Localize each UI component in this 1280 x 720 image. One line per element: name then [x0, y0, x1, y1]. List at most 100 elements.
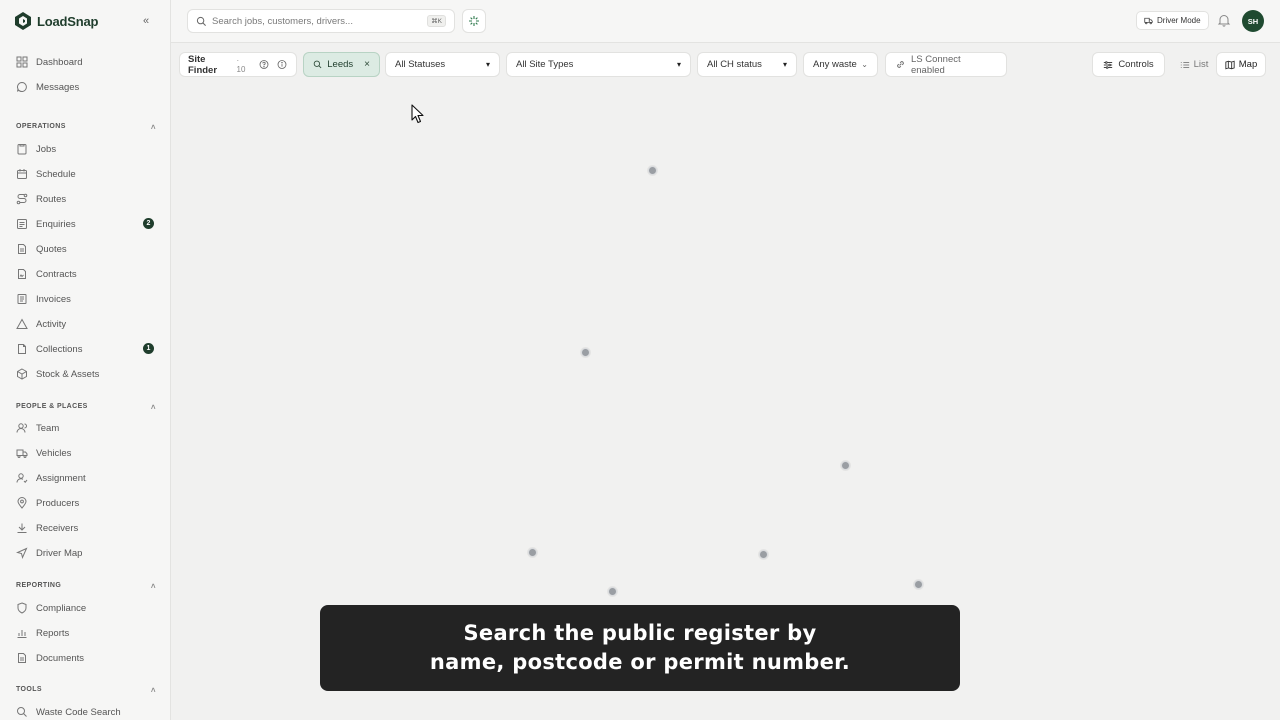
sidebar-item-messages[interactable]: Messages — [16, 77, 158, 97]
sidebar-item-label: Quotes — [36, 243, 67, 255]
search-icon — [313, 60, 322, 69]
section-title: REPORTING — [16, 582, 62, 589]
status-filter-select[interactable]: All Statuses ▾ — [385, 52, 500, 77]
sidebar-item-driver-map[interactable]: Driver Map — [16, 543, 158, 563]
site-marker[interactable] — [528, 548, 537, 557]
ls-connect-toggle[interactable]: LS Connect enabled — [885, 52, 1007, 77]
driver-mode-label: Driver Mode — [1157, 16, 1201, 25]
ai-assistant-button[interactable] — [462, 9, 486, 33]
waste-filter-dropdown[interactable]: Any waste ⌄ — [803, 52, 878, 77]
search-chip-label: Leeds — [327, 59, 354, 70]
sidebar-item-routes[interactable]: Routes — [16, 189, 158, 209]
sidebar-item-assignment[interactable]: Assignment — [16, 468, 158, 488]
search-filter-chip[interactable]: Leeds × — [303, 52, 380, 77]
sidebar-item-dashboard[interactable]: Dashboard — [16, 52, 158, 72]
controls-label: Controls — [1118, 59, 1154, 70]
sidebar-item-documents[interactable]: Documents — [16, 648, 158, 668]
sidebar-item-jobs[interactable]: Jobs — [16, 139, 158, 159]
search-icon — [17, 707, 27, 717]
sidebar-item-collections[interactable]: Collections 1 — [16, 339, 158, 359]
chevron-up-icon: ˄ — [150, 123, 156, 132]
brand-logo[interactable]: LoadSnap — [13, 10, 98, 32]
messages-icon — [17, 81, 27, 92]
sidebar-item-schedule[interactable]: Schedule — [16, 164, 158, 184]
chevron-up-icon: ˄ — [150, 403, 156, 412]
driver-mode-button[interactable]: Driver Mode — [1136, 11, 1209, 30]
global-search-input[interactable] — [212, 15, 432, 27]
global-search[interactable]: ⌘K — [187, 9, 455, 33]
sidebar-item-vehicles[interactable]: Vehicles — [16, 443, 158, 463]
list-icon — [1180, 61, 1189, 68]
sidebar-item-label: Messages — [36, 81, 80, 93]
sidebar-item-label: Assignment — [36, 472, 86, 484]
site-type-filter-value: All Site Types — [516, 59, 574, 70]
chevron-down-icon: ⌄ — [861, 60, 868, 69]
sidebar-item-label: Routes — [36, 193, 67, 205]
site-marker[interactable] — [841, 461, 850, 470]
sidebar-item-waste-code-search[interactable]: Waste Code Search — [16, 702, 158, 720]
site-marker[interactable] — [914, 580, 923, 589]
section-reporting[interactable]: REPORTING ˄ — [16, 582, 156, 591]
sidebar-item-compliance[interactable]: Compliance — [16, 598, 158, 618]
sidebar-item-contracts[interactable]: Contracts — [16, 264, 158, 284]
collapse-sidebar-icon[interactable]: « — [140, 14, 152, 28]
sidebar-item-producers[interactable]: Producers — [16, 493, 158, 513]
routes-icon — [16, 193, 28, 205]
sidebar-item-stock-assets[interactable]: Stock & Assets — [16, 364, 158, 384]
sidebar-item-quotes[interactable]: Quotes — [16, 239, 158, 259]
tutorial-caption: Search the public register by name, post… — [320, 605, 960, 691]
sidebar-item-team[interactable]: Team — [16, 418, 158, 438]
site-marker[interactable] — [608, 587, 617, 596]
chevron-down-icon: ▾ — [676, 60, 681, 69]
box-icon — [17, 368, 27, 380]
controls-button[interactable]: Controls — [1092, 52, 1165, 77]
truck-icon — [1144, 17, 1153, 25]
map-view-button[interactable]: Map — [1216, 52, 1266, 77]
sidebar-item-label: Waste Code Search — [36, 706, 121, 718]
help-icon[interactable] — [259, 59, 269, 70]
section-people-places[interactable]: PEOPLE & PLACES ˄ — [16, 403, 156, 412]
chevron-up-icon: ˄ — [150, 582, 156, 591]
assignment-icon — [16, 473, 28, 483]
sidebar-item-receivers[interactable]: Receivers — [16, 518, 158, 538]
map-view-label: Map — [1238, 59, 1258, 70]
list-view-label: List — [1193, 59, 1209, 70]
sidebar-item-label: Receivers — [36, 522, 79, 534]
caption-line-2: name, postcode or permit number. — [429, 650, 851, 674]
team-icon — [16, 423, 27, 433]
sidebar-item-label: Contracts — [36, 268, 77, 280]
mouse-cursor-icon — [411, 104, 424, 124]
info-icon[interactable] — [277, 59, 287, 70]
notifications-bell-icon[interactable] — [1217, 13, 1231, 27]
user-avatar[interactable]: SH — [1242, 10, 1264, 32]
clear-search-icon[interactable]: × — [364, 59, 370, 70]
enquiries-icon — [17, 219, 27, 229]
sidebar-item-label: Documents — [36, 652, 85, 664]
sidebar-item-label: Collections — [36, 343, 83, 355]
site-marker[interactable] — [759, 550, 768, 559]
contracts-icon — [18, 269, 26, 279]
invoices-icon — [17, 294, 27, 304]
bar-chart-icon — [17, 630, 27, 638]
section-title: OPERATIONS — [16, 123, 66, 130]
sidebar-item-activity[interactable]: Activity — [16, 314, 158, 334]
sidebar-item-invoices[interactable]: Invoices — [16, 289, 158, 309]
caption-line-1: Search the public register by — [463, 621, 817, 645]
sidebar-item-label: Dashboard — [36, 56, 83, 68]
sliders-icon — [1104, 60, 1113, 69]
enquiries-count-badge: 2 — [143, 218, 154, 229]
sidebar-item-label: Producers — [36, 497, 80, 509]
site-marker[interactable] — [581, 348, 590, 357]
site-type-filter-select[interactable]: All Site Types ▾ — [506, 52, 691, 77]
section-tools[interactable]: TOOLS ˄ — [16, 686, 156, 695]
pin-icon — [17, 497, 27, 509]
sidebar-item-enquiries[interactable]: Enquiries 2 — [16, 214, 158, 234]
sidebar-item-reports[interactable]: Reports — [16, 623, 158, 643]
list-view-button[interactable]: List — [1172, 52, 1216, 77]
sidebar: LoadSnap « Dashboard Messages OPERATIONS… — [0, 0, 171, 720]
dashboard-icon — [16, 56, 28, 68]
sidebar-item-label: Team — [36, 422, 60, 434]
section-operations[interactable]: OPERATIONS ˄ — [16, 123, 156, 132]
ch-status-filter-select[interactable]: All CH status ▾ — [697, 52, 797, 77]
site-marker[interactable] — [648, 166, 657, 175]
